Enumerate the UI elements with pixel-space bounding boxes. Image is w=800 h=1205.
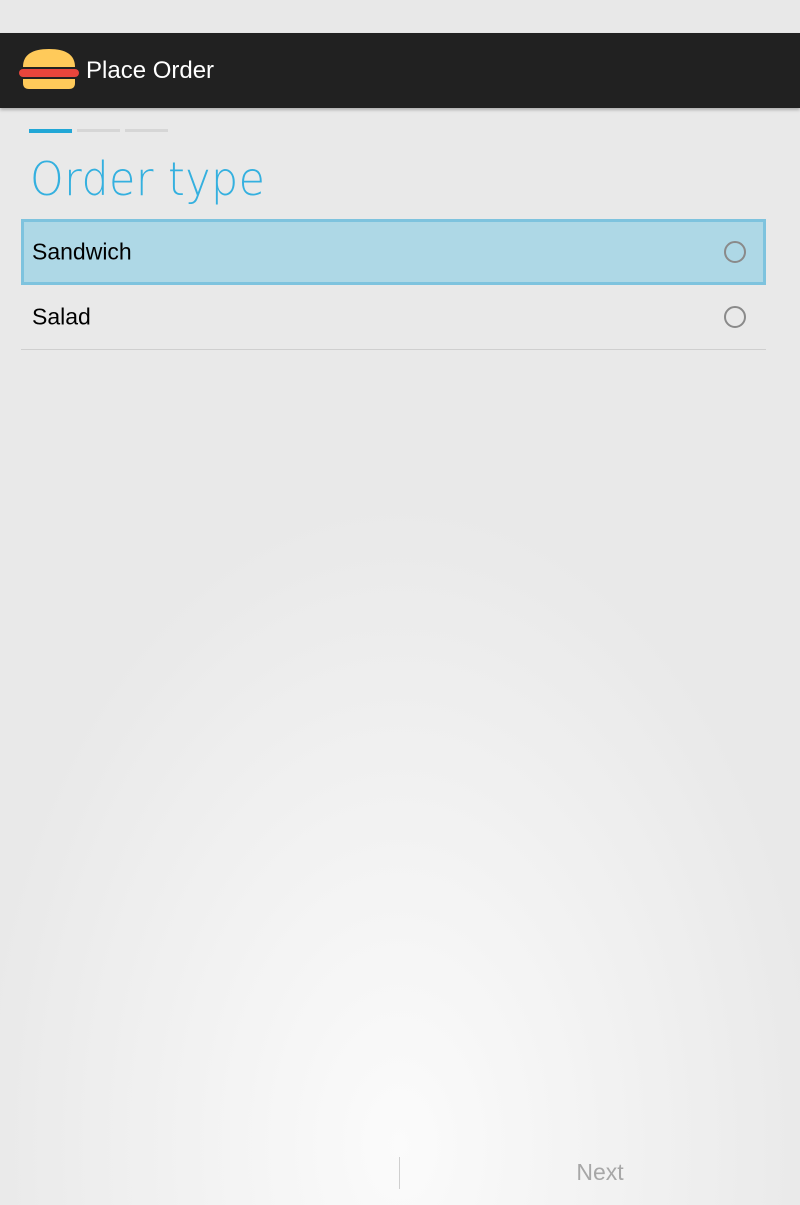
burger-icon[interactable] (19, 47, 79, 91)
step-1-indicator (29, 129, 72, 133)
action-bar: Place Order (0, 33, 800, 108)
next-button-label: Next (576, 1159, 624, 1185)
option-label: Salad (32, 303, 91, 330)
status-bar (0, 0, 800, 33)
prev-button (0, 1140, 399, 1205)
option-sandwich[interactable]: Sandwich (21, 219, 766, 285)
option-salad[interactable]: Salad (21, 285, 766, 350)
option-label: Sandwich (32, 238, 132, 265)
bottom-navigation: Next (0, 1140, 800, 1205)
page-title: Order type (30, 152, 266, 206)
app-title: Place Order (86, 57, 215, 84)
radio-button-salad[interactable] (724, 306, 746, 328)
radio-button-sandwich[interactable] (724, 241, 746, 263)
next-button[interactable]: Next (400, 1140, 800, 1205)
step-3-indicator (125, 129, 168, 132)
option-list: Sandwich Salad (21, 219, 766, 350)
step-2-indicator (77, 129, 120, 132)
